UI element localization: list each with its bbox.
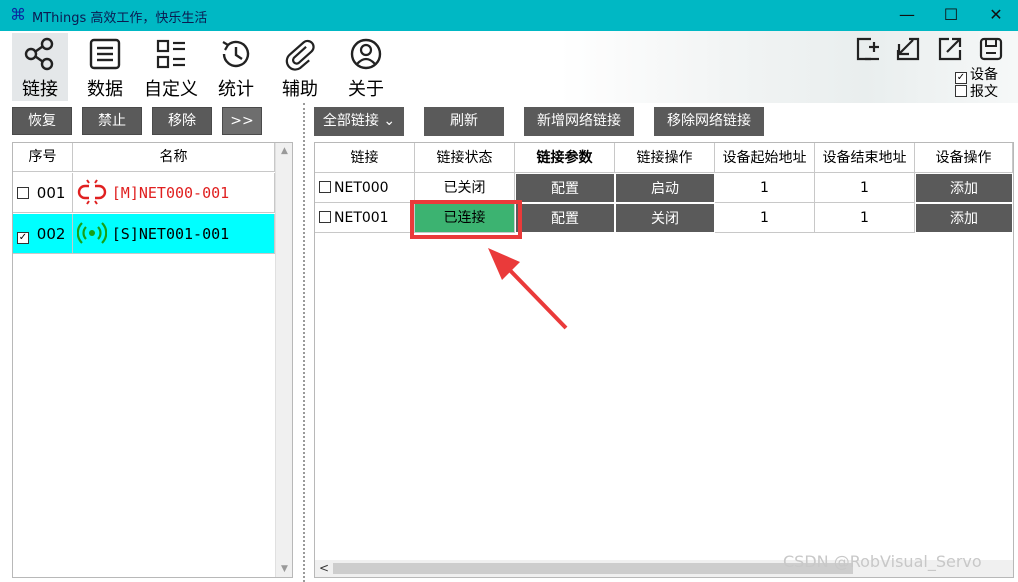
all-links-dropdown[interactable]: 全部链接 ⌄ xyxy=(314,107,404,136)
scrollbar-thumb[interactable] xyxy=(333,563,853,574)
column-header-name[interactable]: 名称 xyxy=(73,143,275,172)
tab-data-label: 数据 xyxy=(87,79,123,100)
message-checkbox-box[interactable] xyxy=(955,85,967,97)
message-checkbox-label: 报文 xyxy=(970,84,998,100)
device-row-index-cell: 001 xyxy=(13,173,73,213)
device-start-address-cell[interactable]: 1 xyxy=(715,173,815,203)
link-name-cell[interactable]: NET001 xyxy=(315,203,415,233)
broken-link-icon xyxy=(77,179,107,205)
restore-button[interactable]: 恢复 xyxy=(12,107,72,135)
column-header-link-status[interactable]: 链接状态 xyxy=(415,143,515,173)
device-list-table: 序号 名称 001 [M]NET000-001 ✓ 002 [S]NET001-… xyxy=(12,142,293,578)
refresh-button[interactable]: 刷新 xyxy=(424,107,504,136)
tab-custom-label: 自定义 xyxy=(144,79,198,100)
annotation-arrow-icon xyxy=(488,248,568,330)
link-name-cell[interactable]: NET000 xyxy=(315,173,415,203)
annotation-highlight-box xyxy=(410,200,522,239)
signal-icon xyxy=(76,222,108,244)
grid-list-icon xyxy=(156,39,185,69)
add-window-icon[interactable] xyxy=(855,36,881,62)
panel-splitter[interactable] xyxy=(303,103,305,582)
tab-assist-label: 辅助 xyxy=(282,79,318,100)
column-header-device-operation[interactable]: 设备操作 xyxy=(915,143,1013,173)
add-device-button[interactable]: 添加 xyxy=(915,203,1013,233)
close-link-button[interactable]: 关闭 xyxy=(615,203,715,233)
disable-button[interactable]: 禁止 xyxy=(82,107,142,135)
watermark: CSDN @RobVisual_Servo xyxy=(783,552,982,571)
column-header-link-operation[interactable]: 链接操作 xyxy=(615,143,715,173)
tab-links[interactable]: 链接 xyxy=(12,33,68,101)
scroll-left-icon[interactable]: < xyxy=(319,560,329,577)
device-checkbox-label: 设备 xyxy=(970,67,998,83)
device-list-scrollbar[interactable]: ▲ ▼ xyxy=(275,143,292,577)
maximize-button[interactable]: ☐ xyxy=(940,4,962,26)
column-header-link[interactable]: 链接 xyxy=(315,143,415,173)
remove-network-link-button[interactable]: 移除网络链接 xyxy=(654,107,764,136)
list-icon xyxy=(89,38,121,70)
message-checkbox[interactable]: 报文 xyxy=(955,84,998,100)
tab-stats-label: 统计 xyxy=(218,79,254,100)
scroll-up-icon[interactable]: ▲ xyxy=(276,146,293,156)
paperclip-icon xyxy=(285,39,315,71)
configure-button[interactable]: 配置 xyxy=(515,203,615,233)
minimize-button[interactable]: — xyxy=(896,4,918,26)
expand-button[interactable]: >> xyxy=(222,107,262,135)
tab-custom[interactable]: 自定义 xyxy=(140,33,202,101)
device-index: 001 xyxy=(36,184,66,202)
start-button[interactable]: 启动 xyxy=(615,173,715,203)
device-index: 002 xyxy=(36,225,66,243)
tab-links-label: 链接 xyxy=(22,79,58,100)
window-title: MThings 高效工作，快乐生活 xyxy=(32,11,208,26)
device-row[interactable]: 001 [M]NET000-001 xyxy=(13,173,275,213)
device-row-name-cell: [S]NET001-001 xyxy=(73,214,275,254)
column-header-link-params[interactable]: 链接参数 xyxy=(515,143,615,173)
row-checkbox[interactable] xyxy=(17,187,29,199)
device-row[interactable]: ✓ 002 [S]NET001-001 xyxy=(13,214,275,254)
column-header-device-start-address[interactable]: 设备起始地址 xyxy=(715,143,815,173)
scroll-down-icon[interactable]: ▼ xyxy=(276,564,293,574)
configure-button[interactable]: 配置 xyxy=(515,173,615,203)
close-button[interactable]: ✕ xyxy=(985,4,1007,26)
tab-about-label: 关于 xyxy=(348,79,384,100)
row-checkbox[interactable] xyxy=(319,211,331,223)
device-row-index-cell: ✓ 002 xyxy=(13,214,73,254)
app-window: ⌘ MThings 高效工作，快乐生活 — ☐ ✕ 链接 数据 自定义 统计 辅… xyxy=(0,0,1018,582)
user-icon xyxy=(350,38,382,70)
share-icon xyxy=(24,37,54,71)
title-bar: ⌘ MThings 高效工作，快乐生活 — ☐ ✕ xyxy=(0,0,1018,31)
device-name: [S]NET001-001 xyxy=(111,225,230,243)
device-end-address-cell[interactable]: 1 xyxy=(815,173,915,203)
tab-stats[interactable]: 统计 xyxy=(210,33,262,101)
main-toolbar: 链接 数据 自定义 统计 辅助 关于 ✓ 设备 报文 xyxy=(0,31,1018,103)
column-header-index[interactable]: 序号 xyxy=(13,143,73,172)
app-logo-icon: ⌘ xyxy=(10,5,26,24)
device-checkbox-box[interactable]: ✓ xyxy=(955,72,967,84)
column-header-device-end-address[interactable]: 设备结束地址 xyxy=(815,143,915,173)
tab-assist[interactable]: 辅助 xyxy=(274,33,326,101)
row-checkbox[interactable]: ✓ xyxy=(17,232,29,244)
link-status-cell: 已关闭 xyxy=(415,173,515,203)
link-name: NET000 xyxy=(334,180,389,196)
device-end-address-cell[interactable]: 1 xyxy=(815,203,915,233)
import-icon[interactable] xyxy=(895,36,921,62)
all-links-label: 全部链接 xyxy=(322,113,379,129)
device-name: [M]NET000-001 xyxy=(111,184,230,202)
add-device-button[interactable]: 添加 xyxy=(915,173,1013,203)
device-row-name-cell: [M]NET000-001 xyxy=(73,173,275,213)
history-icon xyxy=(222,40,250,68)
chevron-down-icon: ⌄ xyxy=(383,113,396,129)
export-icon[interactable] xyxy=(937,36,963,62)
link-name: NET001 xyxy=(334,210,389,226)
row-checkbox[interactable] xyxy=(319,181,331,193)
tab-about[interactable]: 关于 xyxy=(340,33,392,101)
add-network-link-button[interactable]: 新增网络链接 xyxy=(524,107,634,136)
device-list-header: 序号 名称 xyxy=(13,143,275,172)
remove-button[interactable]: 移除 xyxy=(152,107,212,135)
save-icon[interactable] xyxy=(978,36,1004,62)
device-checkbox[interactable]: ✓ 设备 xyxy=(955,67,998,84)
device-start-address-cell[interactable]: 1 xyxy=(715,203,815,233)
tab-data[interactable]: 数据 xyxy=(80,33,130,101)
